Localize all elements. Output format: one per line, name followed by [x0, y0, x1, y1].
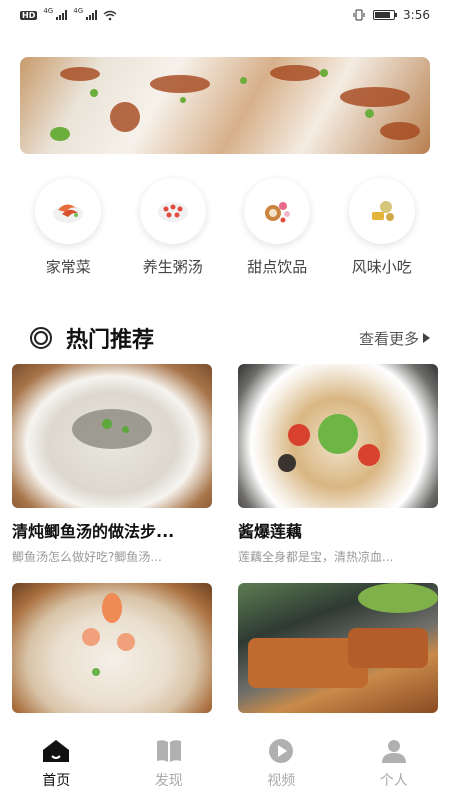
signal-icon: [56, 10, 68, 20]
nav-home[interactable]: 首页: [16, 738, 96, 790]
category-label: 风味小吃: [351, 258, 412, 276]
recipe-card[interactable]: [238, 583, 438, 713]
recipe-image: [238, 364, 438, 508]
arrow-right-icon: [423, 333, 430, 343]
play-icon: [269, 739, 294, 763]
nav-label: 视频: [267, 773, 296, 789]
section-title: 热门推荐: [66, 328, 155, 353]
network-type-2: 4G: [73, 7, 84, 15]
category-label: 养生粥汤: [142, 258, 203, 276]
clock-time: 3:56: [403, 8, 430, 22]
banner-image[interactable]: [20, 57, 430, 154]
hd-badge: HD: [20, 10, 38, 20]
battery-icon: [373, 10, 398, 20]
recipe-desc: 莲藕全身都是宝，清热凉血...: [238, 550, 394, 564]
snack-icon: [348, 178, 415, 244]
recipe-image: [238, 583, 438, 713]
bottom-nav: 首页 发现 视频 个人: [0, 728, 450, 800]
network-type-1: 4G: [43, 7, 54, 15]
status-left: HD 4G 4G: [20, 7, 117, 21]
nav-label: 个人: [379, 773, 408, 789]
target-icon: [30, 327, 52, 349]
see-more-label: 查看更多: [358, 329, 419, 348]
recipe-card[interactable]: 酱爆莲藕 莲藕全身都是宝，清热凉血...: [238, 364, 438, 565]
section-title-wrap: 热门推荐: [30, 322, 154, 354]
shrimp-dish-icon: [35, 178, 102, 244]
recipe-card[interactable]: 清炖鲫鱼汤的做法步... 鲫鱼汤怎么做好吃?鲫鱼汤...: [12, 364, 212, 565]
nav-label: 发现: [154, 773, 183, 789]
person-icon: [381, 740, 406, 763]
soup-bowl-icon: [139, 178, 206, 244]
see-more-link[interactable]: 查看更多: [359, 328, 430, 349]
wifi-icon: [103, 10, 117, 20]
book-icon: [156, 740, 181, 762]
nav-label: 首页: [42, 773, 71, 789]
category-home-dishes[interactable]: 家常菜: [23, 178, 113, 277]
status-right: 3:56: [353, 8, 430, 22]
recipe-image: [12, 583, 212, 713]
hot-recommend-header: 热门推荐 查看更多: [30, 322, 430, 354]
category-porridge-soup[interactable]: 养生粥汤: [128, 178, 218, 277]
nav-profile[interactable]: 个人: [354, 738, 434, 790]
recipe-image: [12, 364, 212, 508]
nav-video[interactable]: 视频: [241, 738, 321, 790]
category-label: 甜点饮品: [247, 258, 308, 276]
home-icon: [43, 740, 70, 762]
nav-discover[interactable]: 发现: [129, 738, 209, 790]
recipe-title: 酱爆莲藕: [238, 522, 303, 541]
recipe-desc: 鲫鱼汤怎么做好吃?鲫鱼汤...: [12, 550, 162, 564]
category-row: 家常菜 养生粥汤 甜点饮品 风味小吃: [0, 178, 450, 277]
category-dessert-drinks[interactable]: 甜点饮品: [232, 178, 322, 277]
signal-icon-2: [86, 10, 98, 20]
recipe-card[interactable]: [12, 583, 212, 713]
recipe-title: 清炖鲫鱼汤的做法步...: [12, 522, 175, 541]
category-label: 家常菜: [45, 258, 91, 276]
dessert-icon: [244, 178, 311, 244]
status-bar: HD 4G 4G 3:56: [0, 0, 450, 30]
category-snacks[interactable]: 风味小吃: [337, 178, 427, 277]
vibrate-icon: [353, 9, 365, 21]
